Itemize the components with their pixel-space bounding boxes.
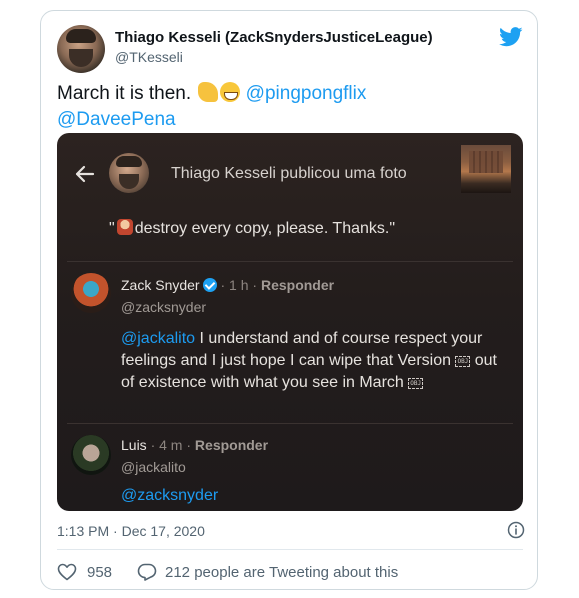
divider xyxy=(67,261,513,262)
verified-icon xyxy=(202,278,217,292)
author-name[interactable]: Thiago Kesseli (ZackSnydersJusticeLeague… xyxy=(115,29,433,46)
obj-placeholder-icon: OBJ xyxy=(455,356,471,367)
reply-name-zack: Zack Snyder xyxy=(121,277,200,293)
tweet-text-main: March it is then. xyxy=(57,83,192,104)
like-count[interactable]: 958 xyxy=(87,564,112,581)
author-avatar[interactable] xyxy=(57,25,105,73)
reply-handle-luis: @jackalito xyxy=(121,459,186,475)
caption-text: destroy every copy, please. Thanks." xyxy=(134,220,396,237)
reply-header-luis: Luis · 4 m · Responder xyxy=(121,437,268,453)
reply-name-luis: Luis xyxy=(121,437,147,453)
embedded-screenshot[interactable]: Thiago Kesseli publicou uma foto " destro… xyxy=(57,133,523,511)
caption-open-quote: " xyxy=(109,220,115,237)
tweet-text: March it is then. @pingpongflix @DaveePe… xyxy=(57,81,523,133)
reply-avatar-zack xyxy=(71,273,111,313)
reply-handle-zack: @zacksnyder xyxy=(121,299,207,315)
embedded-title: Thiago Kesseli publicou uma foto xyxy=(171,165,407,182)
person-emoji-icon xyxy=(116,219,133,235)
photo-thumbnail xyxy=(461,145,511,193)
reply-text-luis: @zacksnyder xyxy=(121,487,219,504)
info-icon[interactable] xyxy=(507,521,525,539)
back-arrow-icon xyxy=(75,165,95,183)
grinning-face-emoji-icon xyxy=(220,82,241,102)
embedded-author-avatar xyxy=(109,153,149,193)
reply-header-zack: Zack Snyder · 1 h · Responder xyxy=(121,277,334,293)
heart-icon[interactable] xyxy=(57,563,77,581)
footer-divider xyxy=(57,549,523,550)
reply-text-zack: @jackalito I understand and of course re… xyxy=(121,328,513,394)
reply-action-zack: Responder xyxy=(260,277,335,293)
reply-action-luis: Responder xyxy=(194,437,269,453)
mention-daveepena[interactable]: @DaveePena xyxy=(57,109,176,130)
mention-pingpongflix[interactable]: @pingpongflix xyxy=(246,83,367,104)
reply-time-zack: · 1 h · xyxy=(220,277,258,293)
flexed-biceps-emoji-icon xyxy=(198,82,219,102)
reply-avatar-luis xyxy=(71,435,111,475)
tweet-timestamp[interactable]: 1:13 PM · Dec 17, 2020 xyxy=(57,523,205,539)
tweet-card: Thiago Kesseli (ZackSnydersJusticeLeague… xyxy=(40,10,538,590)
reply-icon[interactable] xyxy=(137,563,157,581)
reply-time-luis: · 4 m · xyxy=(150,437,192,453)
embedded-caption: " destroy every copy, please. Thanks." xyxy=(109,219,395,238)
author-handle[interactable]: @TKesseli xyxy=(115,49,183,65)
reply-mention-jackalito: @jackalito xyxy=(121,330,196,347)
obj-placeholder-icon: OBJ xyxy=(408,378,424,389)
divider xyxy=(67,423,513,424)
people-tweeting-link[interactable]: 212 people are Tweeting about this xyxy=(165,564,398,581)
twitter-bird-icon[interactable] xyxy=(499,27,523,47)
